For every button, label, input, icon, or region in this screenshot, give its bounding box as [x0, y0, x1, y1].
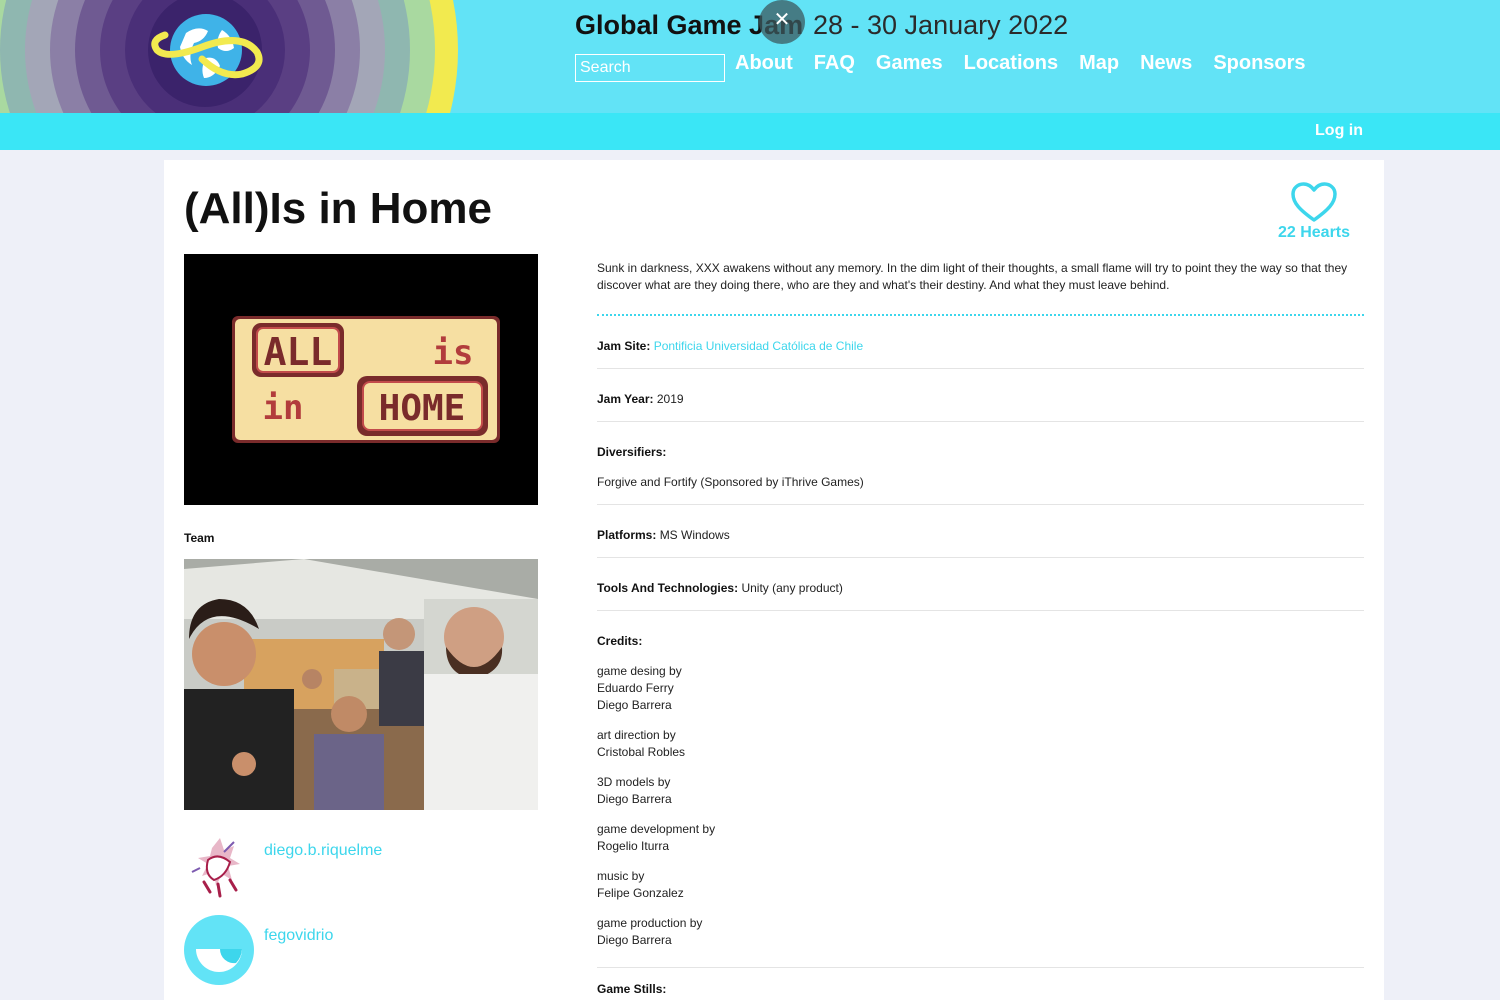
game-cover-image[interactable]: ALL is in HOME [184, 254, 538, 505]
close-icon[interactable]: ✕ [759, 0, 805, 44]
secondary-bar: Log in [0, 113, 1500, 150]
diversifiers-value[interactable]: Forgive and Fortify (Sponsored by iThriv… [597, 474, 1364, 491]
nav-faq[interactable]: FAQ [814, 52, 855, 75]
search-input[interactable] [575, 54, 725, 82]
jam-site-link[interactable]: Pontificia Universidad Católica de Chile [654, 339, 863, 353]
jam-year-field: Jam Year: 2019 [597, 369, 1364, 422]
ggj-logo[interactable] [0, 0, 460, 113]
team-heading: Team [184, 531, 215, 545]
credit-entry: game desing by Eduardo Ferry Diego Barre… [597, 663, 1364, 714]
credit-entry: game development by Rogelio Iturra [597, 821, 1364, 855]
avatar[interactable] [184, 830, 254, 900]
credits-label: Credits: [597, 634, 643, 648]
credit-name: Rogelio Iturra [597, 839, 670, 853]
cover-word-home: HOME [379, 388, 466, 429]
nav-map[interactable]: Map [1079, 52, 1119, 75]
credit-role: 3D models by [597, 775, 671, 789]
credit-name: Diego Barrera [597, 792, 672, 806]
game-details: Sunk in darkness, XXX awakens without an… [597, 260, 1364, 1000]
game-stills-label: Game Stills: [597, 982, 667, 996]
tools-value[interactable]: Unity (any product) [741, 581, 842, 595]
team-photo[interactable] [184, 559, 538, 810]
credit-entry: art direction by Cristobal Robles [597, 727, 1364, 761]
jam-year-label: Jam Year: [597, 392, 654, 406]
site-header: Global Game Jam 28 - 30 January 2022 ✕ A… [0, 0, 1500, 113]
credit-role: game development by [597, 822, 716, 836]
jam-site-field: Jam Site: Pontificia Universidad Católic… [597, 316, 1364, 369]
credit-name: Eduardo Ferry [597, 681, 674, 695]
credit-role: art direction by [597, 728, 676, 742]
credit-role: music by [597, 869, 645, 883]
member-name[interactable]: diego.b.riquelme [264, 842, 382, 860]
cover-word-in: in [263, 388, 304, 428]
credit-entry: music by Felipe Gonzalez [597, 868, 1364, 902]
platforms-label: Platforms: [597, 528, 657, 542]
main-nav: About FAQ Games Locations Map News Spons… [735, 52, 1306, 75]
credit-name: Diego Barrera [597, 698, 672, 712]
login-link[interactable]: Log in [1315, 122, 1363, 140]
credit-name: Diego Barrera [597, 933, 672, 947]
nav-games[interactable]: Games [876, 52, 943, 75]
jam-site-label: Jam Site: [597, 339, 651, 353]
nav-news[interactable]: News [1140, 52, 1192, 75]
credit-name: Felipe Gonzalez [597, 886, 684, 900]
tools-label: Tools And Technologies: [597, 581, 739, 595]
member-name[interactable]: fegovidrio [264, 927, 333, 945]
diversifiers-label: Diversifiers: [597, 445, 667, 459]
platforms-value[interactable]: MS Windows [660, 528, 730, 542]
game-description: Sunk in darkness, XXX awakens without an… [597, 260, 1364, 316]
tools-field: Tools And Technologies: Unity (any produ… [597, 558, 1364, 611]
avatar[interactable] [184, 915, 254, 985]
jam-year-value: 2019 [656, 392, 684, 406]
hearts-count: 22 Hearts [1277, 224, 1351, 241]
nav-locations[interactable]: Locations [964, 52, 1058, 75]
team-member[interactable]: diego.b.riquelme [184, 830, 544, 900]
heart-icon[interactable] [1290, 182, 1338, 224]
cover-word-is: is [433, 333, 474, 373]
page-title: (All)Is in Home [184, 184, 493, 233]
credit-role: game production by [597, 916, 703, 930]
credit-role: game desing by [597, 664, 682, 678]
team-member[interactable]: fegovidrio [184, 915, 544, 985]
hearts-widget[interactable]: 22 Hearts [1264, 182, 1364, 242]
event-dates: 28 - 30 January 2022 [813, 10, 1069, 40]
credits-field: Credits: game desing by Eduardo Ferry Di… [597, 611, 1364, 968]
credits-list: game desing by Eduardo Ferry Diego Barre… [597, 663, 1364, 949]
credit-entry: 3D models by Diego Barrera [597, 774, 1364, 808]
nav-about[interactable]: About [735, 52, 793, 75]
credit-entry: game production by Diego Barrera [597, 915, 1364, 949]
nav-sponsors[interactable]: Sponsors [1213, 52, 1305, 75]
credit-name: Cristobal Robles [597, 745, 686, 759]
diversifiers-field: Diversifiers: Forgive and Fortify (Spons… [597, 422, 1364, 505]
platforms-field: Platforms: MS Windows [597, 505, 1364, 558]
game-card: (All)Is in Home 22 Hearts ALL is in HOME… [164, 160, 1384, 1000]
cover-word-all: ALL [264, 330, 333, 374]
